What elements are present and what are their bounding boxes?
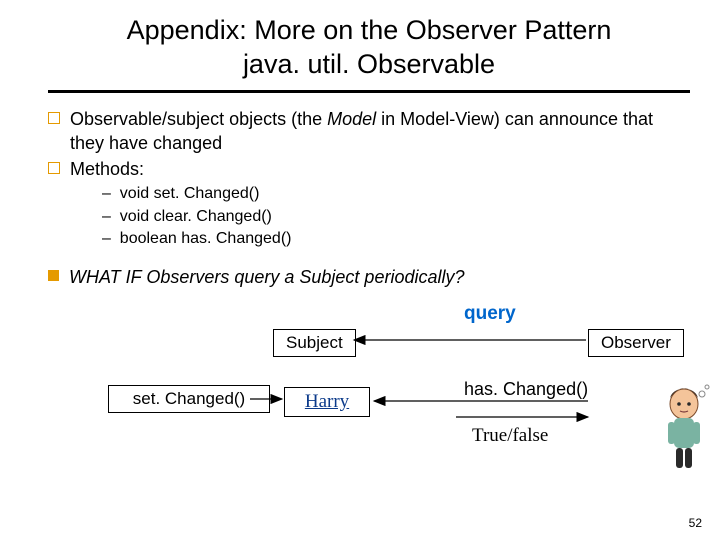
truefalse-label: True/false [472, 425, 548, 447]
haschanged-label: has. Changed() [464, 379, 588, 400]
sub-1: – void set. Changed() [102, 183, 690, 205]
slide-title: Appendix: More on the Observer Pattern j… [48, 14, 690, 82]
bullet-3: WHAT IF Observers query a Subject period… [48, 265, 690, 289]
setchanged-box: set. Changed() [108, 385, 270, 413]
bullet-2: Methods: [48, 157, 690, 181]
harry-box: Harry [284, 387, 370, 417]
sub-1-text: void set. Changed() [120, 185, 260, 202]
page-number: 52 [689, 516, 702, 530]
bullet-3-text: WHAT IF Observers query a Subject period… [69, 265, 464, 289]
observer-box: Observer [588, 329, 684, 357]
sub-2: – void clear. Changed() [102, 206, 690, 228]
slide: Appendix: More on the Observer Pattern j… [0, 0, 720, 540]
bullet-1-pre: Observable/subject objects (the [70, 109, 327, 129]
sub-2-text: void clear. Changed() [120, 208, 272, 225]
bullet-1-text: Observable/subject objects (the Model in… [70, 107, 690, 156]
bullet-1-emph: Model [327, 109, 376, 129]
title-rule [48, 90, 690, 93]
diagram: query Subject Observer set. Changed() Ha… [48, 295, 688, 475]
bullet-1: Observable/subject objects (the Model in… [48, 107, 690, 156]
sub-3: – boolean has. Changed() [102, 228, 690, 250]
title-line-1: Appendix: More on the Observer Pattern [127, 15, 612, 45]
query-label: query [464, 303, 516, 325]
sub-3-text: boolean has. Changed() [120, 230, 292, 247]
title-line-2: java. util. Observable [243, 49, 495, 79]
person-thinking-icon [656, 382, 712, 472]
subject-box: Subject [273, 329, 356, 357]
bullet-marker-icon [48, 162, 60, 174]
bullet-marker-filled-icon [48, 270, 59, 281]
bullet-2-text: Methods: [70, 157, 144, 181]
bullet-marker-icon [48, 112, 60, 124]
